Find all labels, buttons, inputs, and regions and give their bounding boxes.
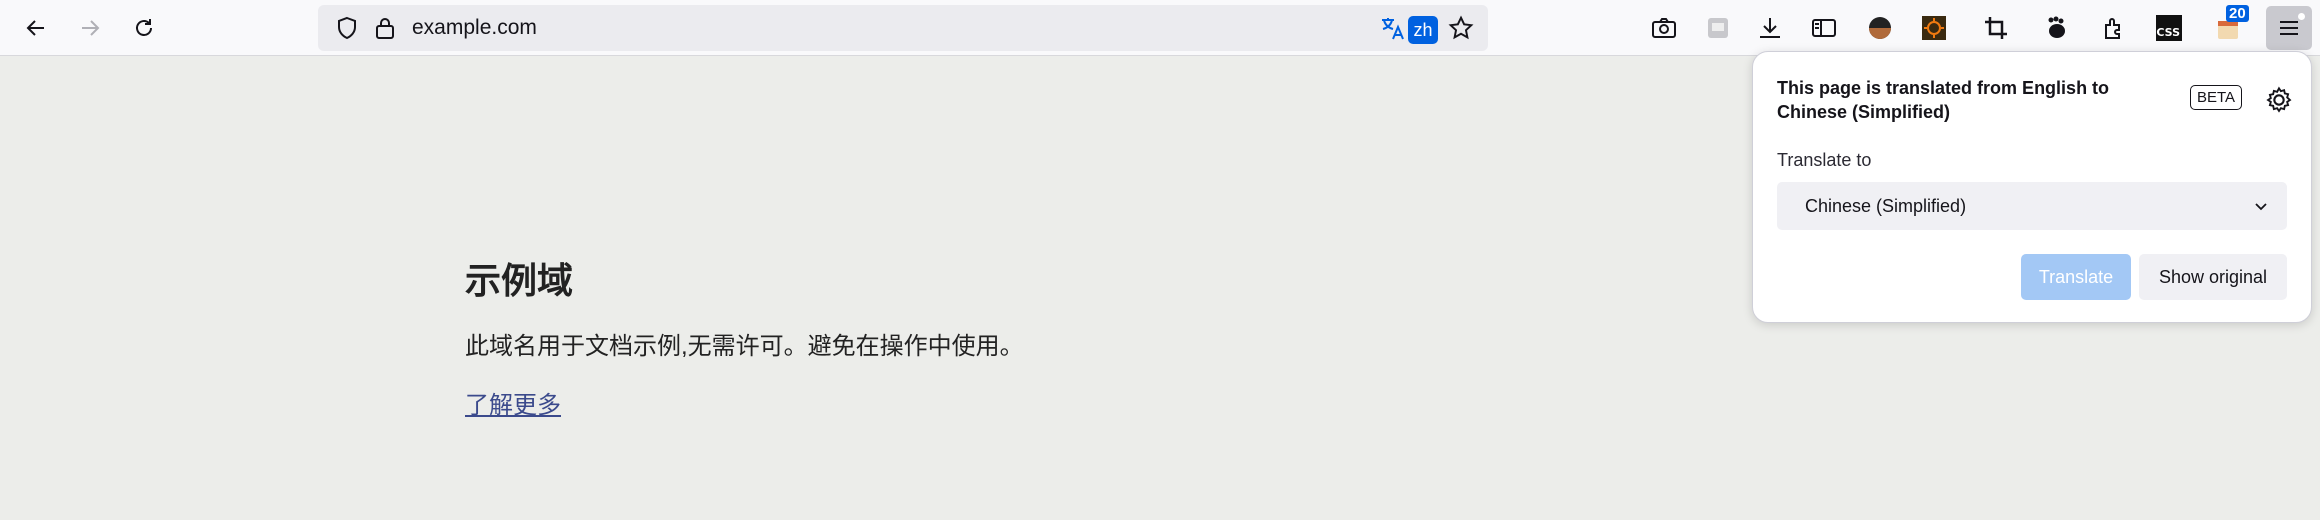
url-text[interactable]: example.com	[412, 5, 537, 51]
settings-gear-icon[interactable]	[2265, 86, 2293, 114]
tracking-shield-icon[interactable]	[332, 5, 362, 51]
extension-gray-icon[interactable]	[1704, 14, 1732, 42]
page-paragraph: 此域名用于文档示例,无需许可。避免在操作中使用。	[465, 333, 1024, 360]
forward-button[interactable]	[70, 8, 110, 48]
gnome-foot-icon[interactable]	[2042, 14, 2070, 42]
sun-extension-icon[interactable]	[1920, 14, 1948, 42]
url-bar[interactable]: example.com zh	[318, 5, 1488, 51]
crop-icon[interactable]	[1982, 14, 2010, 42]
translate-to-label: Translate to	[1777, 150, 1872, 170]
bookmark-star-icon[interactable]	[1448, 15, 1474, 41]
translation-icon[interactable]	[1380, 15, 1406, 41]
extensions-puzzle-icon[interactable]	[2100, 14, 2128, 42]
css-extension-icon[interactable]: CSS	[2156, 15, 2182, 41]
dark-mode-extension-icon[interactable]	[1866, 14, 1894, 42]
downloads-icon[interactable]	[1756, 14, 1784, 42]
translate-button[interactable]: Translate	[2021, 254, 2131, 300]
reload-button[interactable]	[124, 8, 164, 48]
page-content: 示例域 此域名用于文档示例,无需许可。避免在操作中使用。 了解更多	[465, 252, 1024, 420]
learn-more-link[interactable]: 了解更多	[465, 385, 561, 420]
chevron-down-icon	[2255, 203, 2267, 211]
page-heading: 示例域	[465, 260, 574, 301]
back-arrow-icon	[26, 20, 44, 36]
reload-icon	[136, 19, 152, 36]
selected-language: Chinese (Simplified)	[1805, 196, 1967, 216]
hamburger-menu-icon	[2280, 21, 2298, 35]
beta-badge: BETA	[2190, 85, 2243, 110]
back-button[interactable]	[16, 8, 56, 48]
update-dot	[2298, 13, 2305, 20]
browser-toolbar: example.com zh CSS 20	[0, 0, 2320, 56]
notification-count-badge: 20	[2226, 5, 2249, 22]
screenshot-camera-icon[interactable]	[1650, 14, 1678, 42]
language-badge[interactable]: zh	[1408, 16, 1438, 44]
show-original-button[interactable]: Show original	[2139, 254, 2287, 300]
forward-arrow-icon	[82, 20, 100, 36]
lock-icon[interactable]	[370, 5, 400, 51]
language-select[interactable]: Chinese (Simplified)	[1777, 182, 2287, 230]
translation-panel: This page is translated from English to …	[1752, 51, 2312, 323]
sidebar-toggle-icon[interactable]	[1810, 14, 1838, 42]
panel-title: This page is translated from English to …	[1777, 78, 2110, 122]
app-menu-button[interactable]	[2266, 6, 2312, 50]
